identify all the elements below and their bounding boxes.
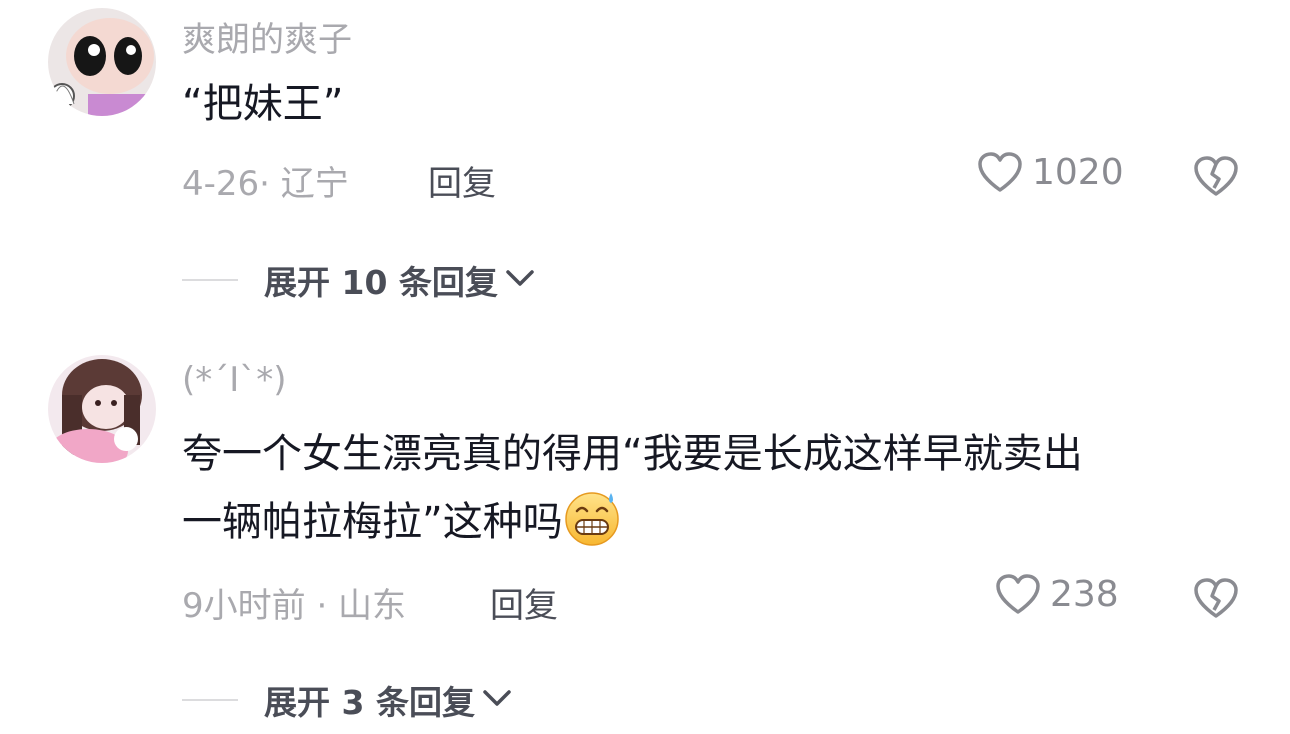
anime-girl-avatar-icon bbox=[48, 355, 156, 463]
username[interactable]: 爽朗的爽子 bbox=[182, 12, 352, 61]
chevron-down-icon bbox=[504, 266, 536, 294]
expand-replies-button[interactable]: 展开 3 条回复 bbox=[182, 676, 513, 724]
comment-text: “把妹王” bbox=[182, 81, 344, 127]
expand-replies-label: 展开 10 条回复 bbox=[264, 263, 498, 302]
heart-icon bbox=[976, 150, 1024, 194]
like-button[interactable]: 238 bbox=[994, 572, 1119, 616]
username[interactable]: (*´I`*) bbox=[182, 360, 287, 400]
chevron-down-icon bbox=[481, 686, 513, 714]
cartoon-girl-avatar-icon bbox=[48, 8, 156, 116]
comment-meta: 4-26· 辽宁 bbox=[182, 164, 349, 204]
comment-text-line: 夸一个女生漂亮真的得用“我要是长成这样早就卖出 bbox=[182, 431, 1083, 477]
like-button[interactable]: 1020 bbox=[976, 150, 1124, 194]
expand-replies-button[interactable]: 展开 10 条回复 bbox=[182, 256, 536, 304]
grimacing-sweat-emoji-icon bbox=[563, 489, 621, 547]
like-count: 1020 bbox=[1032, 151, 1124, 193]
comment-text-line: 一辆帕拉梅拉”这种吗 bbox=[182, 488, 1242, 556]
dislike-button[interactable] bbox=[1192, 154, 1240, 198]
divider-line bbox=[182, 699, 238, 701]
heart-icon bbox=[994, 572, 1042, 616]
avatar[interactable] bbox=[48, 8, 156, 116]
reply-button[interactable]: 回复 bbox=[490, 578, 558, 627]
comment-text-segment: 一辆帕拉梅拉”这种吗 bbox=[182, 499, 563, 545]
divider-line bbox=[182, 279, 238, 281]
broken-heart-icon bbox=[1192, 576, 1240, 620]
reply-button[interactable]: 回复 bbox=[428, 156, 496, 205]
avatar[interactable] bbox=[48, 355, 156, 463]
dislike-button[interactable] bbox=[1192, 576, 1240, 620]
expand-replies-label: 展开 3 条回复 bbox=[264, 683, 475, 722]
broken-heart-icon bbox=[1192, 154, 1240, 198]
comment-text: 夸一个女生漂亮真的得用“我要是长成这样早就卖出 一辆帕拉梅拉”这种吗 bbox=[182, 420, 1242, 556]
like-count: 238 bbox=[1050, 573, 1119, 615]
comment-meta: 9小时前 · 山东 bbox=[182, 586, 407, 626]
